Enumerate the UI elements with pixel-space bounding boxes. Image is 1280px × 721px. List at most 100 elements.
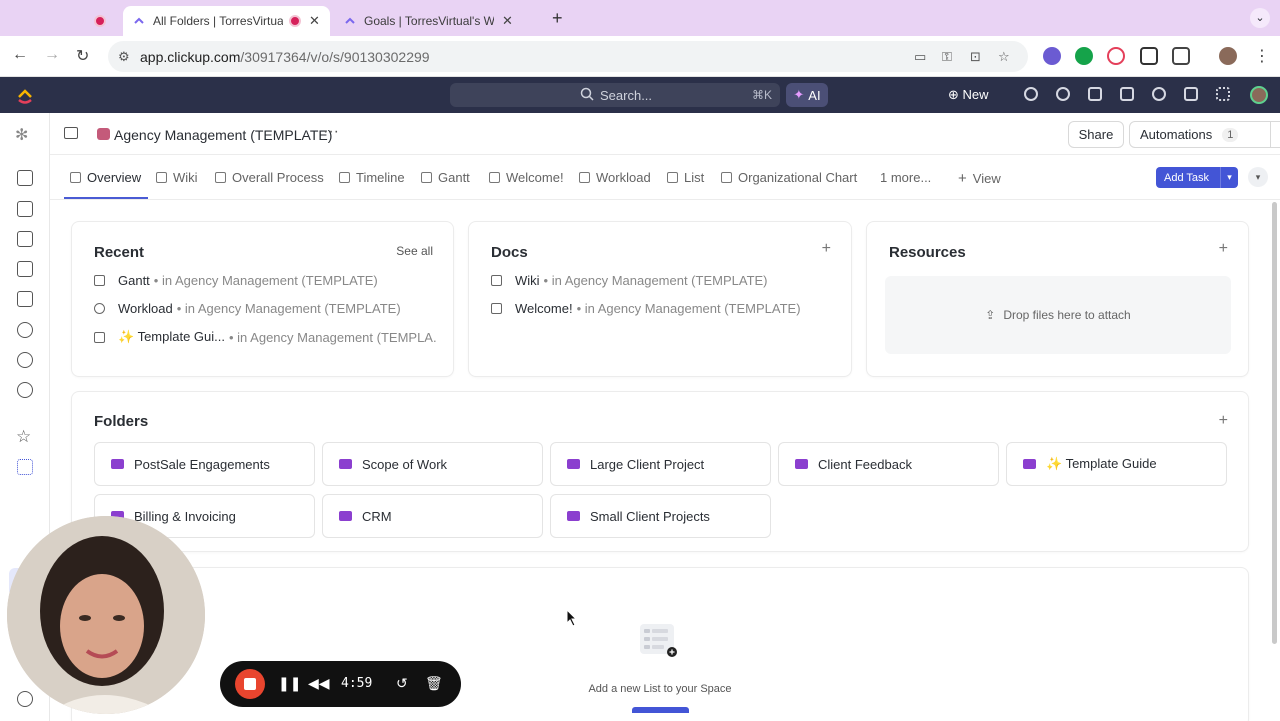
notepad-icon[interactable] bbox=[1088, 87, 1102, 101]
back-arrow-icon[interactable]: ← bbox=[12, 46, 28, 64]
recent-item[interactable]: ✨ Template Gui... • in Agency Management … bbox=[94, 329, 436, 345]
ai-button[interactable]: ✦ AI bbox=[786, 83, 828, 107]
doc-item[interactable]: Welcome! • in Agency Management (TEMPLATE… bbox=[491, 301, 801, 316]
chevron-down-icon[interactable]: ▾ bbox=[1220, 167, 1238, 188]
timesheets-icon[interactable] bbox=[17, 352, 33, 368]
recent-item[interactable]: Workload • in Agency Management (TEMPLATE… bbox=[94, 301, 434, 316]
browser-tab-goals[interactable]: Goals | TorresVirtual's Worksp ✕ bbox=[334, 6, 544, 36]
rewind-icon[interactable]: ◀◀ bbox=[308, 675, 330, 692]
workspace-logo-icon[interactable]: ✻ bbox=[15, 125, 28, 145]
clickup-logo-icon[interactable] bbox=[17, 86, 33, 104]
camera-icon[interactable]: ▭ bbox=[914, 49, 926, 65]
folder-icon bbox=[339, 459, 352, 469]
file-dropzone[interactable]: ⇪ Drop files here to attach bbox=[885, 276, 1231, 354]
pause-icon[interactable]: ❚❚ bbox=[278, 675, 301, 692]
sidebar-toggle-icon[interactable] bbox=[64, 127, 78, 139]
tab-wiki[interactable]: Wiki bbox=[156, 170, 198, 185]
home-icon[interactable] bbox=[17, 170, 33, 186]
whiteboards-icon[interactable] bbox=[17, 291, 33, 307]
space-title[interactable]: Agency Management (TEMPLATE) bbox=[114, 127, 332, 143]
main-scrollbar[interactable] bbox=[1272, 202, 1277, 644]
close-tab-icon[interactable]: ✕ bbox=[309, 13, 320, 29]
bookmark-star-icon[interactable]: ☆ bbox=[998, 49, 1010, 65]
recent-item[interactable]: Gantt • in Agency Management (TEMPLATE) bbox=[94, 273, 434, 288]
tab-welcome[interactable]: Welcome! bbox=[489, 170, 564, 185]
tab-more[interactable]: 1 more... bbox=[880, 170, 931, 185]
folder-item[interactable]: Client Feedback bbox=[778, 442, 999, 486]
doc-item[interactable]: Wiki • in Agency Management (TEMPLATE) bbox=[491, 273, 768, 288]
clickup-extension-icon[interactable] bbox=[1107, 47, 1125, 65]
automations-button[interactable]: Automations 1 bbox=[1129, 121, 1271, 148]
item-name: Wiki bbox=[515, 273, 540, 288]
clickup-favicon-icon bbox=[344, 15, 356, 27]
browser-menu-icon[interactable]: ⋮ bbox=[1254, 46, 1270, 66]
dashboards-icon[interactable] bbox=[17, 261, 33, 277]
extension-icon[interactable] bbox=[1043, 47, 1061, 65]
apps-grid-icon[interactable] bbox=[1216, 87, 1230, 101]
folder-item[interactable]: PostSale Engagements bbox=[94, 442, 315, 486]
close-tab-icon[interactable]: ✕ bbox=[502, 13, 513, 29]
tab-workload[interactable]: Workload bbox=[579, 170, 651, 185]
user-avatar[interactable] bbox=[1250, 86, 1268, 104]
folder-item[interactable]: CRM bbox=[322, 494, 543, 538]
add-view-button[interactable]: + View bbox=[958, 170, 1001, 187]
spaces-grid-icon[interactable] bbox=[17, 459, 33, 475]
webcam-overlay[interactable] bbox=[7, 516, 205, 714]
see-all-link[interactable]: See all bbox=[396, 244, 433, 258]
new-button[interactable]: ⊕ New bbox=[948, 87, 989, 103]
record-clip-icon[interactable] bbox=[1056, 87, 1070, 101]
site-settings-icon[interactable]: ⚙ bbox=[118, 49, 130, 65]
docs-icon[interactable] bbox=[17, 231, 33, 247]
browser-tab-all-folders[interactable]: All Folders | TorresVirtual's ✕ bbox=[123, 6, 330, 36]
sparkle-icon: ✦ bbox=[793, 87, 805, 102]
reload-icon[interactable]: ↻ bbox=[76, 46, 89, 66]
add-list-button[interactable] bbox=[632, 707, 689, 713]
new-tab-button[interactable]: + bbox=[552, 8, 563, 29]
help-icon[interactable] bbox=[17, 691, 33, 707]
space-more-icon[interactable]: ··· bbox=[323, 123, 339, 141]
recording-tab-indicator[interactable] bbox=[84, 6, 124, 36]
add-task-button[interactable]: Add Task ▾ bbox=[1156, 167, 1238, 188]
docs-title: Docs bbox=[491, 244, 528, 261]
profile-avatar[interactable] bbox=[1219, 47, 1237, 65]
tab-search-chevron-icon[interactable]: ⌄ bbox=[1250, 8, 1270, 28]
key-icon[interactable]: ⚿ bbox=[942, 49, 952, 65]
add-folder-plus-icon[interactable]: + bbox=[1219, 412, 1228, 430]
apps-grid-icon[interactable] bbox=[1140, 47, 1158, 65]
tab-overall-process[interactable]: Overall Process bbox=[215, 170, 324, 185]
check-circle-icon[interactable] bbox=[1024, 87, 1038, 101]
share-button[interactable]: Share bbox=[1068, 121, 1124, 148]
restart-icon[interactable]: ↺ bbox=[396, 675, 408, 692]
grammarly-icon[interactable] bbox=[1075, 47, 1093, 65]
tab-label: Organizational Chart bbox=[738, 170, 858, 185]
folder-item[interactable]: Scope of Work bbox=[322, 442, 543, 486]
docs-icon[interactable] bbox=[1184, 87, 1198, 101]
stop-recording-button[interactable] bbox=[235, 669, 265, 699]
more-icon[interactable] bbox=[17, 382, 33, 398]
tab-overview[interactable]: Overview bbox=[70, 170, 141, 185]
tab-gantt[interactable]: Gantt bbox=[421, 170, 470, 185]
trash-icon[interactable]: 🗑 bbox=[425, 675, 443, 692]
tab-timeline[interactable]: Timeline bbox=[339, 170, 405, 185]
address-bar[interactable]: ⚙ app.clickup.com/30917364/v/o/s/9013030… bbox=[108, 41, 1028, 72]
item-name: Workload bbox=[118, 301, 173, 316]
tab-list[interactable]: List bbox=[667, 170, 704, 185]
folder-item[interactable]: Small Client Projects bbox=[550, 494, 771, 538]
folder-item[interactable]: Large Client Project bbox=[550, 442, 771, 486]
automations-chevron-down-icon[interactable]: ▾ bbox=[1271, 121, 1280, 148]
add-doc-plus-icon[interactable]: + bbox=[822, 240, 831, 258]
folder-name: Client Feedback bbox=[818, 456, 912, 472]
global-search[interactable]: Search... ⌘K bbox=[450, 83, 780, 107]
extensions-puzzle-icon[interactable] bbox=[1172, 47, 1190, 65]
video-icon[interactable] bbox=[1120, 87, 1134, 101]
install-app-icon[interactable]: ⊡ bbox=[970, 49, 981, 65]
clips-icon[interactable] bbox=[17, 322, 33, 338]
folder-item[interactable]: ✨ Template Guide bbox=[1006, 442, 1227, 486]
inbox-icon[interactable] bbox=[17, 201, 33, 217]
alarm-icon[interactable] bbox=[1152, 87, 1166, 101]
collapse-chevron-icon[interactable]: ▾ bbox=[1248, 167, 1268, 187]
favorites-star-icon[interactable]: ☆ bbox=[16, 427, 31, 447]
forward-arrow-icon[interactable]: → bbox=[44, 46, 60, 64]
tab-organizational-chart[interactable]: Organizational Chart bbox=[721, 170, 857, 185]
add-resource-plus-icon[interactable]: + bbox=[1219, 240, 1228, 258]
